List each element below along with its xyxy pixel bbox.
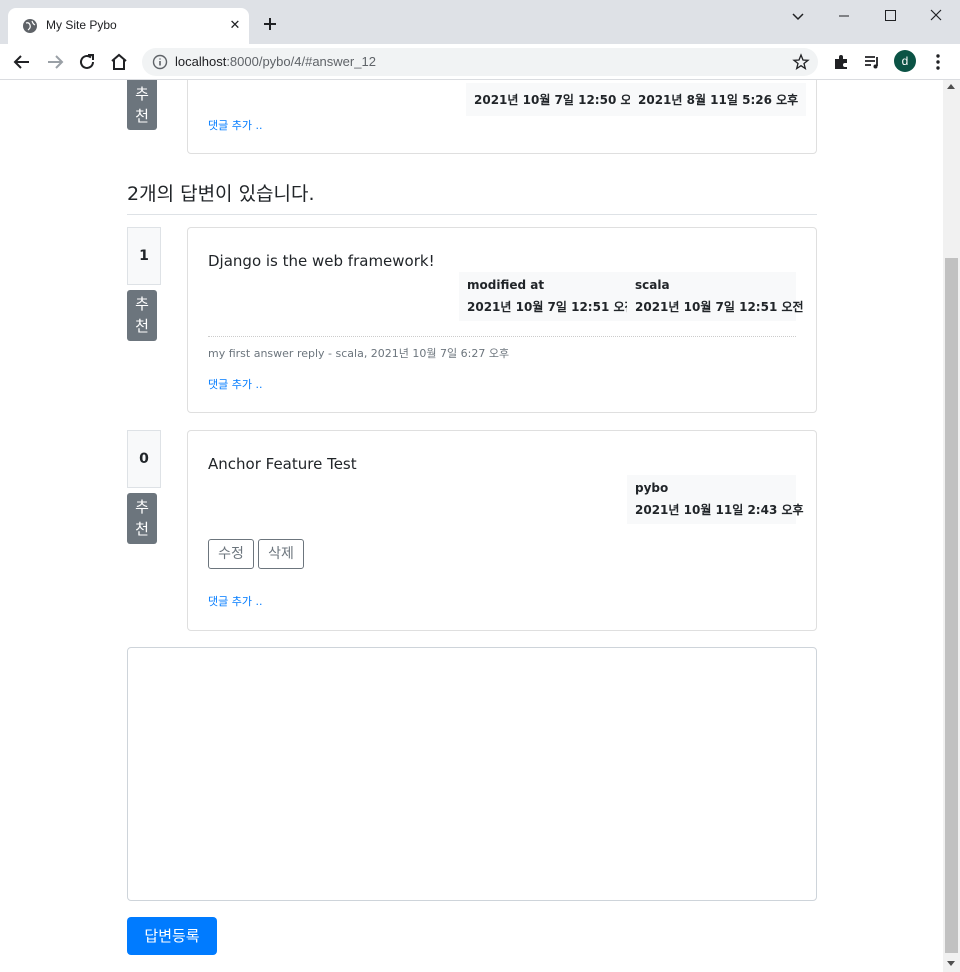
answer-1-comment-text: my first answer reply - scala, 2021년 10월…: [208, 347, 510, 360]
answer-1-author-badge: scala 2021년 10월 7일 12:51 오전: [627, 272, 804, 321]
answer-1-content: Django is the web framework!: [208, 252, 435, 270]
answer-2-vote-button[interactable]: 추 천: [127, 493, 157, 544]
info-icon[interactable]: [152, 54, 168, 70]
answer-1-modified-label: modified at: [467, 278, 545, 292]
question-card: 2021년 10월 7일 12:50 오전 2021년 8월 11일 5:26 …: [187, 80, 817, 154]
url-text[interactable]: localhost:8000/pybo/4/#answer_12: [175, 54, 376, 69]
answer-1-author-date: 2021년 10월 7일 12:51 오전: [635, 300, 804, 314]
address-bar[interactable]: localhost:8000/pybo/4/#answer_12: [142, 48, 818, 76]
reload-icon[interactable]: [75, 50, 99, 74]
profile-avatar[interactable]: d: [894, 50, 916, 72]
answer-1-modified-badge: modified at 2021년 10월 7일 12:51 오전: [459, 272, 636, 321]
reading-list-icon[interactable]: [862, 52, 882, 72]
question-vote-button[interactable]: 추 천: [127, 80, 157, 130]
answer-1-vote-button[interactable]: 추 천: [127, 290, 157, 341]
answer-content-textarea[interactable]: [127, 647, 817, 901]
answer-2-vote-count: 0: [127, 430, 161, 488]
maximize-icon[interactable]: [878, 6, 902, 26]
tab-search-icon[interactable]: [786, 6, 810, 26]
answers-heading: 2개의 답변이 있습니다.: [127, 179, 817, 215]
back-icon[interactable]: [10, 50, 34, 74]
answer-1-vote-count: 1: [127, 227, 161, 285]
new-tab-icon[interactable]: [260, 14, 280, 34]
question-created-date: 2021년 10월 7일 12:50 오전: [474, 93, 643, 107]
page-viewport: 추 천 2021년 10월 7일 12:50 오전 2021년 8월 11일 5…: [0, 80, 943, 972]
question-add-comment-link[interactable]: 댓글 추가 ..: [208, 117, 262, 133]
extensions-icon[interactable]: [831, 52, 851, 72]
tab-title: My Site Pybo: [46, 18, 117, 32]
close-window-icon[interactable]: [924, 6, 948, 26]
browser-tab-bar: My Site Pybo ✕: [0, 0, 960, 44]
home-icon[interactable]: [107, 50, 131, 74]
submit-answer-button[interactable]: 답변등록: [127, 917, 217, 955]
answer-2-add-comment-link[interactable]: 댓글 추가 ..: [208, 593, 262, 609]
answer-2-content: Anchor Feature Test: [208, 455, 357, 473]
browser-toolbar: localhost:8000/pybo/4/#answer_12 d: [0, 44, 960, 80]
scroll-up-arrow-icon[interactable]: [947, 84, 955, 89]
answer-2-delete-button[interactable]: 삭제: [258, 539, 304, 569]
answer-1-comment: my first answer reply - scala, 2021년 10월…: [208, 336, 796, 361]
answer-card-1: Django is the web framework! modified at…: [187, 227, 817, 413]
answer-2-author-badge: pybo 2021년 10월 11일 2:43 오후: [627, 475, 804, 524]
browser-tab[interactable]: My Site Pybo ✕: [8, 8, 249, 44]
minimize-icon[interactable]: [832, 6, 856, 26]
globe-icon: [23, 19, 37, 33]
answer-2-edit-button[interactable]: 수정: [208, 539, 254, 569]
menu-dots-icon[interactable]: [928, 52, 948, 72]
answer-1-add-comment-link[interactable]: 댓글 추가 ..: [208, 376, 262, 392]
answer-card-2: Anchor Feature Test pybo 2021년 10월 11일 2…: [187, 430, 817, 631]
url-host: localhost: [175, 54, 227, 69]
forward-icon[interactable]: [43, 50, 67, 74]
bookmark-star-icon[interactable]: [792, 53, 810, 71]
question-created-badge: 2021년 10월 7일 12:50 오전: [466, 83, 651, 116]
scroll-thumb[interactable]: [945, 258, 958, 953]
page-scrollbar[interactable]: [943, 80, 960, 972]
question-modified-date: 2021년 8월 11일 5:26 오후: [638, 93, 799, 107]
scroll-down-arrow-icon[interactable]: [947, 961, 955, 966]
answer-2-author-date: 2021년 10월 11일 2:43 오후: [635, 503, 804, 517]
answer-1-modified-date: 2021년 10월 7일 12:51 오전: [467, 300, 636, 314]
answer-2-author: pybo: [635, 481, 669, 495]
url-path: :8000/pybo/4/#answer_12: [226, 54, 376, 69]
answer-1-author: scala: [635, 278, 670, 292]
question-modified-badge: 2021년 8월 11일 5:26 오후: [630, 83, 807, 116]
tab-close-icon[interactable]: ✕: [226, 17, 244, 35]
